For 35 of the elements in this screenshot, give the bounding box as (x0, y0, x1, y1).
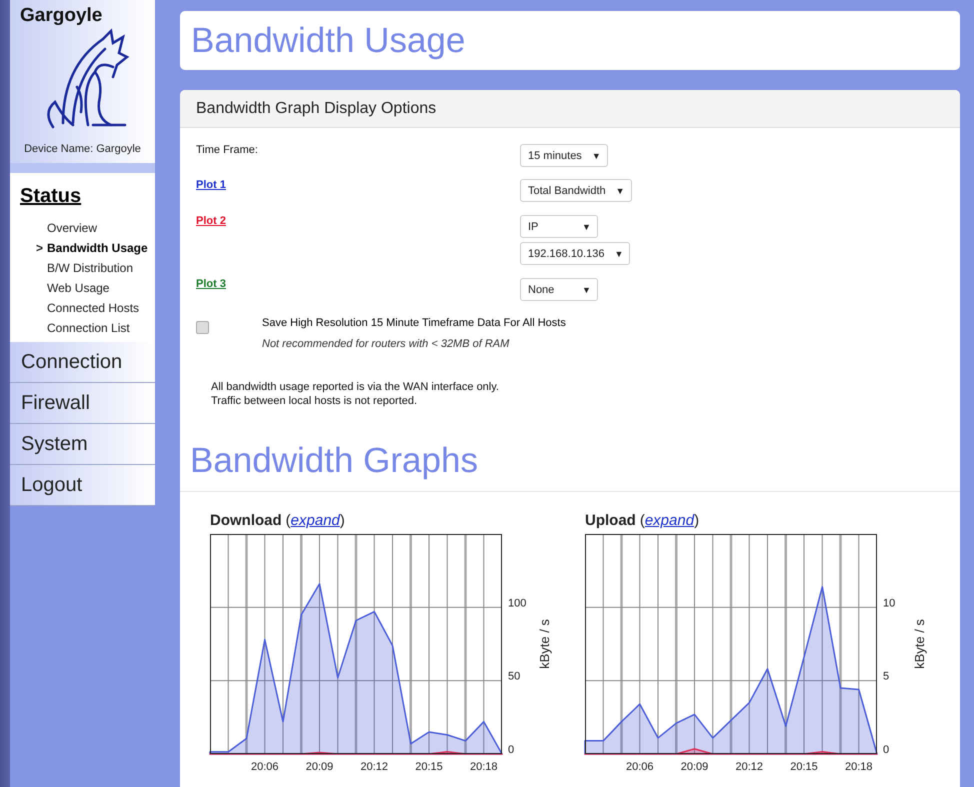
brand-name: Gargoyle (20, 5, 102, 27)
y-tick-label: 50 (508, 670, 520, 683)
field-label: Time Frame: (196, 144, 259, 158)
current-marker: > (34, 241, 44, 255)
x-tick-label: 20:06 (250, 761, 279, 773)
panel-header: Bandwidth Graph Display Options (180, 90, 960, 128)
y-tick-label: 0 (508, 744, 514, 756)
section-heading: Bandwidth Graphs (180, 431, 960, 492)
y-axis-label: kByte / s (537, 619, 552, 669)
info-text: Traffic between local hosts is not reported. (211, 395, 418, 407)
x-tick-label: 20:15 (415, 761, 443, 773)
x-tick-label: 20:15 (790, 761, 818, 773)
x-tick-label: 20:12 (735, 761, 764, 773)
x-tick-label: 20:18 (844, 761, 873, 773)
parenthesis: ( (286, 512, 291, 529)
graph-title: Upload (585, 512, 636, 529)
x-tick-label: 20:09 (306, 761, 334, 773)
checkbox-label: Save High Resolution 15 Minute Timeframe Data For All Hosts (262, 317, 566, 329)
graph-title: Download (210, 512, 282, 529)
x-tick-label: 20:09 (680, 761, 708, 773)
parenthesis: ) (340, 512, 345, 529)
y-tick-label: 0 (883, 744, 890, 756)
y-tick-label: 5 (883, 670, 890, 683)
page-title: Bandwidth Usage (180, 11, 960, 70)
parenthesis: ) (694, 512, 700, 529)
x-tick-label: 20:06 (626, 761, 654, 773)
device-name: Device Name: Gargoyle (24, 143, 141, 155)
parenthesis: ( (640, 512, 645, 529)
y-tick-label: 10 (883, 597, 896, 610)
y-tick-label: 100 (508, 597, 526, 610)
hint-text: Not recommended for routers with < 32MB of RAM (262, 338, 510, 350)
x-tick-label: 20:18 (470, 761, 498, 773)
info-text: All bandwidth usage reported is via the WAN interface only. (211, 381, 500, 393)
y-axis-label: kByte / s (912, 619, 927, 669)
x-tick-label: 20:12 (360, 761, 388, 773)
